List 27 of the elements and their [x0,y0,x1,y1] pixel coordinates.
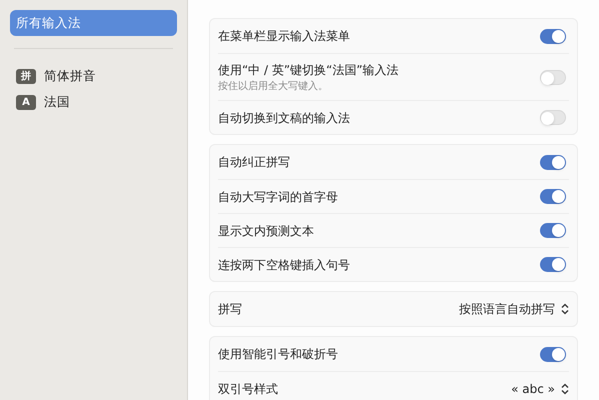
popup-button[interactable]: 按照语言自动拼写 [459,300,569,318]
setting-hint: 按住以启用全大写键入。 [218,80,329,94]
toggle-switch[interactable] [540,346,566,362]
popup-button[interactable]: « abc » [511,380,569,398]
toggle-switch[interactable] [540,257,566,272]
input-source-badge: 拼 [16,68,36,84]
setting-label: 使用智能引号和破折号 [218,346,338,363]
toggle-switch[interactable] [540,28,566,44]
toggle-switch[interactable] [540,154,566,170]
toggle-switch[interactable] [540,189,566,204]
setting-label: 自动大写字词的首字母 [218,188,338,206]
setting-label: 双引号样式 [218,380,278,398]
setting-label: 拼写 [218,301,242,318]
chevron-up-down-icon [561,382,569,394]
sidebar-item[interactable]: A 法国 [10,89,177,115]
setting-label: 自动纠正拼写 [218,154,290,171]
setting-label: 连按两下空格键插入句号 [218,256,350,274]
chevron-up-down-icon [561,303,569,315]
setting-label: 在菜单栏显示输入法菜单 [218,28,350,45]
setting-label: 使用“中 / 英”键切换“法国”输入法 [218,62,399,78]
setting-label: 自动切换到文稿的输入法 [218,110,350,126]
toggle-switch[interactable] [540,70,566,84]
setting-label: 显示文内预测文本 [218,222,314,240]
toggle-switch[interactable] [540,223,566,238]
sidebar-item[interactable]: 拼 简体拼音 [10,63,177,89]
toggle-switch[interactable] [540,110,566,125]
input-source-badge: A [16,94,36,110]
